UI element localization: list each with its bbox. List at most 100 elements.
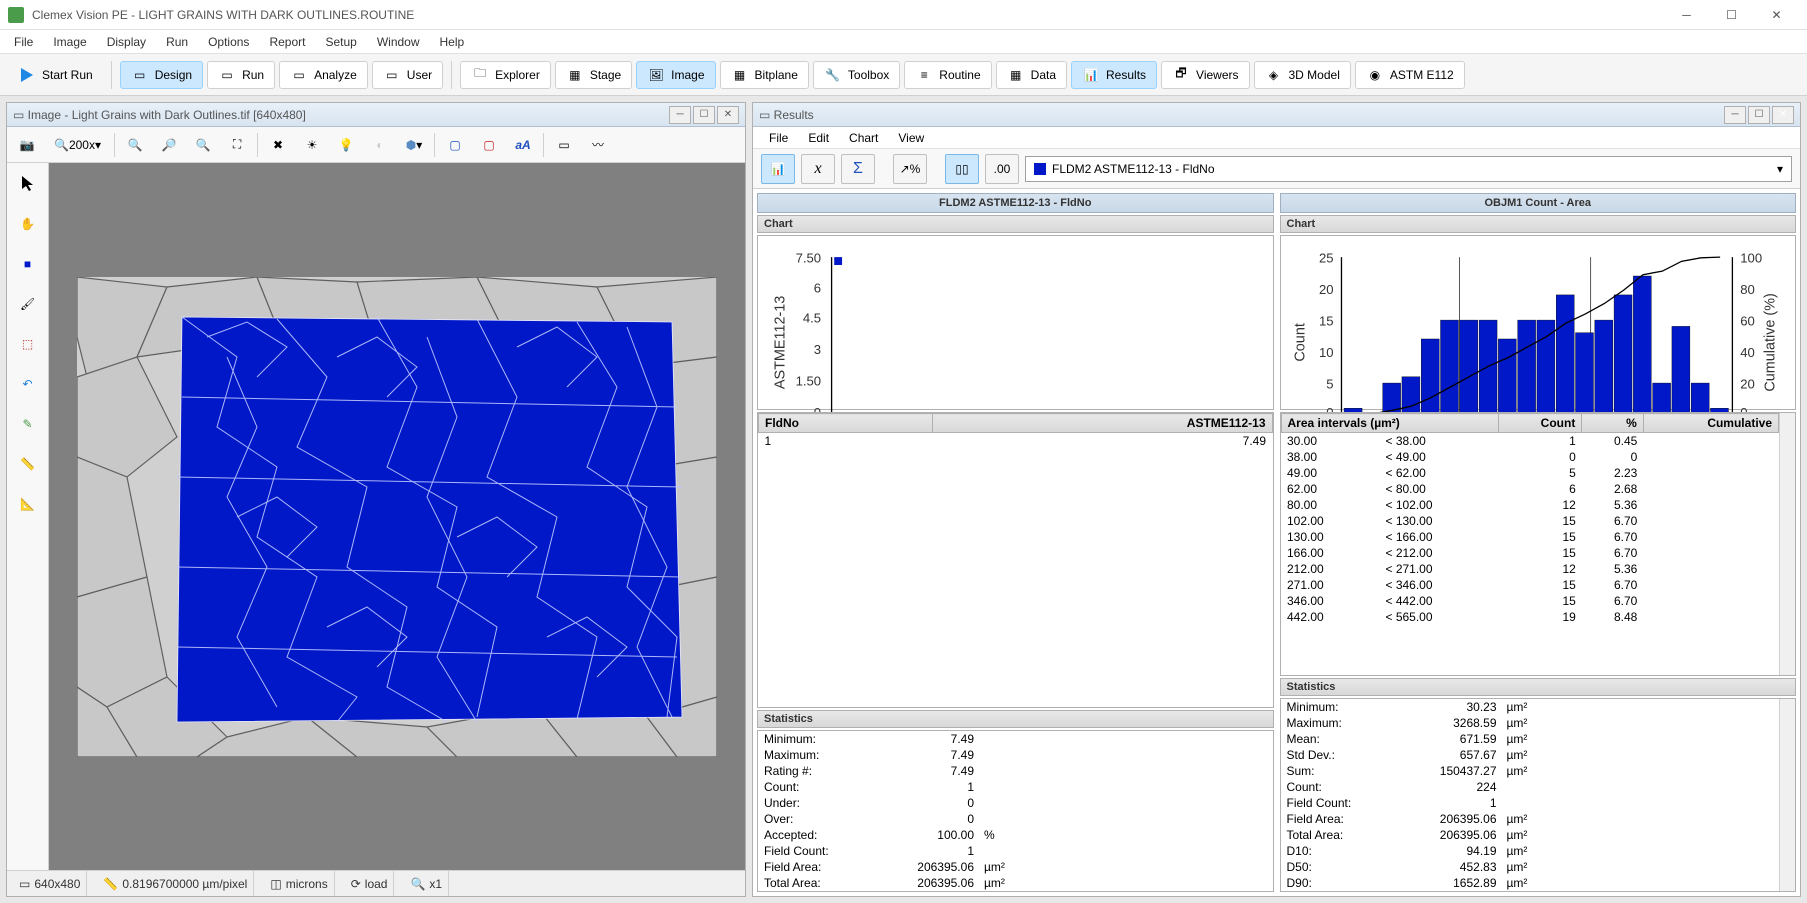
menu-file[interactable]: File xyxy=(4,32,43,52)
minimize-button[interactable]: ─ xyxy=(1664,1,1709,29)
viewers-button[interactable]: 🗗Viewers xyxy=(1161,61,1249,89)
fldno-table[interactable]: FldNo ASTME112-13 17.49 xyxy=(757,412,1274,708)
menu-image[interactable]: Image xyxy=(43,32,96,52)
image-panel-title-bar[interactable]: ▭ Image - Light Grains with Dark Outline… xyxy=(7,103,745,127)
toolbox-button[interactable]: 🔧Toolbox xyxy=(813,61,900,89)
svg-text:80: 80 xyxy=(1740,282,1755,297)
delete-button[interactable]: ✖ xyxy=(264,131,292,159)
close-button[interactable]: ✕ xyxy=(1754,1,1799,29)
maximize-button[interactable]: ☐ xyxy=(1709,1,1754,29)
pointer-tool[interactable] xyxy=(13,169,43,199)
area-table-scrollbar[interactable] xyxy=(1779,413,1795,675)
menu-display[interactable]: Display xyxy=(97,32,156,52)
histogram-icon: 📊 xyxy=(771,162,786,176)
zoom-dropdown[interactable]: 🔍200x▾ xyxy=(47,131,108,159)
image-close-button[interactable]: ✕ xyxy=(717,106,739,124)
menu-help[interactable]: Help xyxy=(430,32,475,52)
fldno-chart[interactable]: 7.50 6 4.5 3 1.50 0 1 2 FldNo ASTME112-1… xyxy=(757,235,1274,410)
zoom-region-button[interactable]: 🔍 xyxy=(189,131,217,159)
area-table[interactable]: Area intervals (µm²) Count % Cumulative … xyxy=(1280,412,1797,676)
astm-button[interactable]: ◉ASTM E112 xyxy=(1355,61,1465,89)
undo-tool[interactable]: ↶ xyxy=(13,369,43,399)
ruler-delete-tool[interactable]: 📐 xyxy=(13,489,43,519)
svg-text:Count: Count xyxy=(1292,323,1308,361)
menu-window[interactable]: Window xyxy=(367,32,430,52)
hand-tool[interactable]: ✋ xyxy=(13,209,43,239)
layout-button[interactable]: ▭ xyxy=(550,131,578,159)
percent-button[interactable]: ↗% xyxy=(893,154,927,184)
results-menu-view[interactable]: View xyxy=(888,129,934,147)
x-button[interactable]: x xyxy=(801,154,835,184)
brush-tool[interactable]: 🖌 xyxy=(13,289,43,319)
fit-button[interactable]: ⛶ xyxy=(223,131,251,159)
user-button[interactable]: ▭User xyxy=(372,61,443,89)
results-menu-chart[interactable]: Chart xyxy=(839,129,888,147)
measurement-selector[interactable]: FLDM2 ASTME112-13 - FldNo ▾ xyxy=(1025,156,1792,182)
percent-icon: ↗% xyxy=(900,162,921,176)
results-left-column: FLDM2 ASTME112-13 - FldNo Chart 7.50 6 4… xyxy=(757,193,1274,892)
results-min-button[interactable]: ─ xyxy=(1724,106,1746,124)
results-menu-file[interactable]: File xyxy=(759,129,798,147)
results-close-button[interactable]: ✕ xyxy=(1772,106,1794,124)
rect-blue-button[interactable]: ▢ xyxy=(441,131,469,159)
image-icon: 🖼 xyxy=(647,66,665,84)
sigma-button[interactable]: Σ xyxy=(841,154,875,184)
zoom-in-button[interactable]: 🔍 xyxy=(121,131,149,159)
bulb-button[interactable]: 💡 xyxy=(332,131,360,159)
analyze-button[interactable]: ▭Analyze xyxy=(279,61,368,89)
text-button[interactable]: aA xyxy=(509,131,537,159)
bitplane-button[interactable]: ▦Bitplane xyxy=(720,61,809,89)
left-stats-label: Statistics xyxy=(757,710,1274,728)
rect-red-button[interactable]: ▢ xyxy=(475,131,503,159)
focus-button[interactable]: ◐ xyxy=(366,131,394,159)
image-panel-title: Image - Light Grains with Dark Outlines.… xyxy=(28,108,306,122)
fill-icon: ■ xyxy=(24,257,31,271)
zoom-out-button[interactable]: 🔎 xyxy=(155,131,183,159)
menu-options[interactable]: Options xyxy=(198,32,259,52)
run-button[interactable]: ▭Run xyxy=(207,61,275,89)
app-icon xyxy=(8,7,24,23)
camera-button[interactable]: 📷 xyxy=(13,131,41,159)
results-button[interactable]: 📊Results xyxy=(1071,61,1157,89)
svg-text:10: 10 xyxy=(1319,345,1334,360)
load-icon: ⟳ xyxy=(351,877,361,891)
results-menu-edit[interactable]: Edit xyxy=(798,129,839,147)
design-button[interactable]: ▭Design xyxy=(120,61,203,89)
svg-text:100: 100 xyxy=(1740,250,1762,265)
results-panel: ▭ Results ─ ☐ ✕ File Edit Chart View 📊 x… xyxy=(752,102,1801,897)
image-canvas-area[interactable] xyxy=(49,163,745,870)
menu-setup[interactable]: Setup xyxy=(315,32,366,52)
overlay-dropdown[interactable]: ⬢▾ xyxy=(400,131,428,159)
3d-model-button[interactable]: ◈3D Model xyxy=(1254,61,1351,89)
routine-button[interactable]: ≡Routine xyxy=(904,61,991,89)
image-button[interactable]: 🖼Image xyxy=(636,61,715,89)
histogram-button[interactable]: 📊 xyxy=(761,154,795,184)
brightness-button[interactable]: ☀ xyxy=(298,131,326,159)
fill-tool[interactable]: ■ xyxy=(13,249,43,279)
svg-text:40: 40 xyxy=(1740,345,1755,360)
columns-button[interactable]: ▯▯ xyxy=(945,154,979,184)
explorer-button[interactable]: 🗀Explorer xyxy=(460,61,551,89)
results-panel-title: Results xyxy=(774,108,814,122)
area-chart[interactable]: 25 20 15 10 5 0 100 80 60 40 20 0 xyxy=(1280,235,1797,410)
chart-button[interactable]: 〰 xyxy=(584,131,612,159)
decimals-button[interactable]: .00 xyxy=(985,154,1019,184)
pencil-tool[interactable]: ✎ xyxy=(13,409,43,439)
results-icon: 📊 xyxy=(1082,66,1100,84)
chevron-down-icon: ▾ xyxy=(416,138,422,152)
data-button[interactable]: ▦Data xyxy=(996,61,1067,89)
image-max-button[interactable]: ☐ xyxy=(693,106,715,124)
results-max-button[interactable]: ☐ xyxy=(1748,106,1770,124)
scale-icon: 📏 xyxy=(103,877,118,891)
menu-report[interactable]: Report xyxy=(259,32,315,52)
results-panel-title-bar[interactable]: ▭ Results ─ ☐ ✕ xyxy=(753,103,1800,127)
menu-run[interactable]: Run xyxy=(156,32,198,52)
hand-icon: ✋ xyxy=(20,217,35,231)
right-stats-scrollbar[interactable] xyxy=(1779,699,1795,891)
ruler-tool[interactable]: 📏 xyxy=(13,449,43,479)
select-delete-tool[interactable]: ⬚ xyxy=(13,329,43,359)
svg-text:20: 20 xyxy=(1319,282,1334,297)
image-min-button[interactable]: ─ xyxy=(669,106,691,124)
stage-button[interactable]: ▦Stage xyxy=(555,61,632,89)
start-run-button[interactable]: Start Run xyxy=(8,62,103,88)
